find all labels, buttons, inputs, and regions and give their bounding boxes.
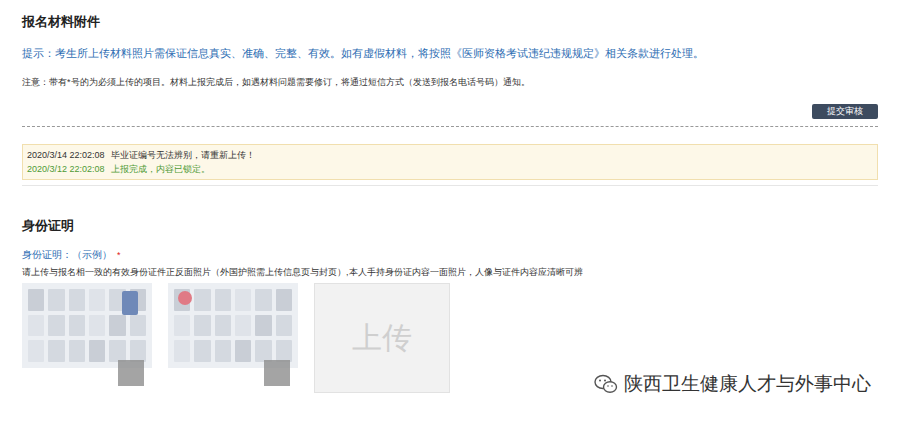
- submit-row: 提交审核: [22, 104, 878, 119]
- page-title: 报名材料附件: [22, 0, 878, 30]
- image-pixel: [69, 315, 85, 337]
- portrait-block: [122, 291, 138, 315]
- example-link[interactable]: （示例）: [72, 249, 112, 261]
- image-pixel: [174, 340, 190, 362]
- image-pixel: [48, 340, 64, 362]
- emblem-block: [178, 291, 192, 305]
- upload-label: 上传: [352, 320, 412, 356]
- image-pixel: [215, 289, 231, 311]
- log-box: 2020/3/14 22:02:08毕业证编号无法辨别，请重新上传！2020/3…: [22, 144, 878, 180]
- image-pixel: [235, 315, 251, 337]
- field-label-row: 身份证明：（示例） *: [22, 249, 878, 261]
- wechat-icon: [594, 374, 618, 394]
- instruction-text: 请上传与报名相一致的有效身份证件正反面照片（外国护照需上传信息页与封页）,本人手…: [22, 267, 878, 278]
- image-pixel: [255, 315, 271, 337]
- upload-box[interactable]: 上传: [314, 283, 450, 393]
- image-pixel: [130, 340, 146, 362]
- note-text: 注意：带有*号的为必须上传的项目。材料上报完成后，如遇材料问题需要修订，将通过短…: [22, 76, 878, 88]
- uploaded-image[interactable]: [22, 283, 152, 368]
- image-pixel: [235, 289, 251, 311]
- image-pixel: [194, 289, 210, 311]
- log-message: 毕业证编号无法辨别，请重新上传！: [111, 149, 255, 161]
- divider: [22, 126, 878, 127]
- image-pixel: [215, 340, 231, 362]
- image-pixel: [255, 289, 271, 311]
- watermark: 陕西卫生健康人才与外事中心: [594, 372, 871, 396]
- delete-icon[interactable]: [264, 360, 290, 386]
- image-pixel: [109, 315, 125, 337]
- section-divider: [22, 185, 878, 186]
- log-message: 上报完成，内容已锁定。: [111, 163, 210, 175]
- section-title: 身份证明: [22, 218, 878, 234]
- image-pixel: [194, 340, 210, 362]
- uploaded-image[interactable]: [168, 283, 298, 368]
- image-pixel: [174, 315, 190, 337]
- tip-text: 提示：考生所上传材料照片需保证信息真实、准确、完整、有效。如有虚假材料，将按照《…: [22, 47, 878, 60]
- watermark-text: 陕西卫生健康人才与外事中心: [624, 372, 871, 396]
- image-pixel: [215, 315, 231, 337]
- image-pixel: [235, 340, 251, 362]
- log-row: 2020/3/14 22:02:08 毕业证编号无法辨别，请重新上传！: [27, 149, 873, 161]
- required-mark: *: [117, 249, 121, 261]
- image-pixel: [194, 315, 210, 337]
- image-pixel: [255, 340, 271, 362]
- image-pixel: [276, 289, 292, 311]
- image-pixel: [89, 289, 105, 311]
- image-pixel: [48, 289, 64, 311]
- image-pixel: [276, 315, 292, 337]
- submit-button[interactable]: 提交审核: [812, 104, 878, 119]
- field-label: 身份证明：: [22, 249, 72, 261]
- image-pixel: [89, 340, 105, 362]
- image-pixel: [69, 289, 85, 311]
- log-time: 2020/3/12 22:02:08: [27, 163, 105, 175]
- image-pixel: [48, 315, 64, 337]
- image-pixel: [89, 315, 105, 337]
- image-pixel: [276, 340, 292, 362]
- image-pixel: [28, 289, 44, 311]
- image-pixel: [28, 340, 44, 362]
- image-pixel: [109, 340, 125, 362]
- log-row: 2020/3/12 22:02:08 上报完成，内容已锁定。: [27, 163, 873, 175]
- delete-icon[interactable]: [118, 360, 144, 386]
- log-time: 2020/3/14 22:02:08: [27, 149, 105, 161]
- image-pixel: [28, 315, 44, 337]
- image-pixel: [69, 340, 85, 362]
- image-pixel: [130, 315, 146, 337]
